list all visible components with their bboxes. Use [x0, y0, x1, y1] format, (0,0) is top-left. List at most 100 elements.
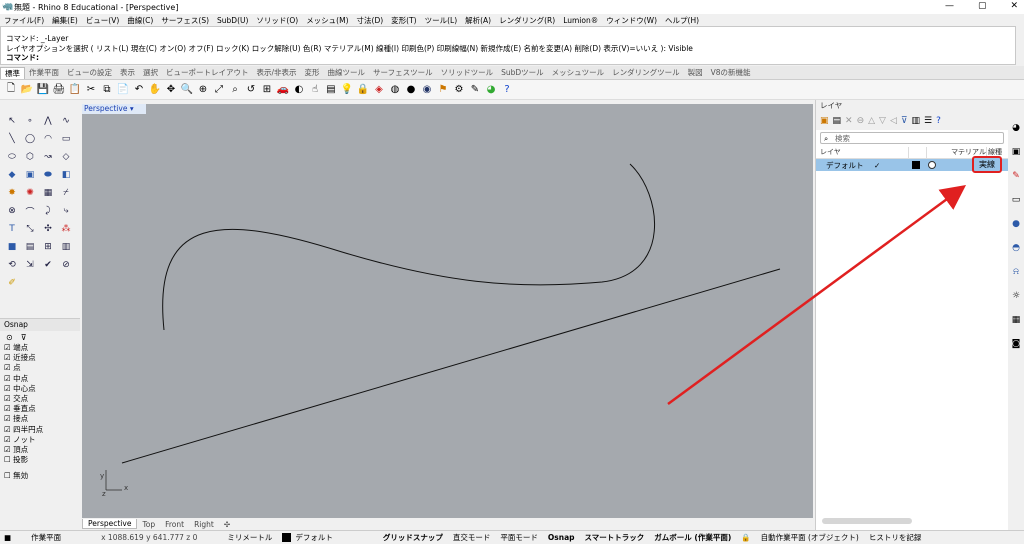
fillet-icon[interactable]: ⌒: [22, 204, 38, 218]
current-layer-check[interactable]: ✓: [874, 161, 910, 170]
mesh-icon[interactable]: ▦: [40, 186, 56, 200]
trim-icon[interactable]: ⤸: [40, 204, 56, 218]
polygon-icon[interactable]: ⬡: [22, 150, 38, 164]
pencil-icon[interactable]: ✎: [1010, 170, 1022, 182]
status-gumball[interactable]: ガムボール (作業平面): [654, 532, 731, 543]
properties-icon[interactable]: ◈: [372, 83, 386, 97]
material-ball-icon[interactable]: ●: [1010, 218, 1022, 230]
menu-analyze[interactable]: 解析(A): [465, 15, 491, 26]
color-wheel-icon[interactable]: ◕: [1010, 122, 1022, 134]
osnap-item[interactable]: ☑ 端点: [0, 343, 80, 353]
print-icon[interactable]: 🖨: [52, 83, 66, 97]
tab-mesh-tools[interactable]: メッシュツール: [548, 67, 609, 78]
viewport-title[interactable]: Perspective ▾: [82, 104, 146, 114]
lock-icon[interactable]: 🔒: [741, 533, 750, 542]
layer-search-input[interactable]: ⌕ 検索: [820, 132, 1004, 144]
layer-state-icon[interactable]: ⊖: [857, 116, 865, 126]
tab-visibility[interactable]: 表示/非表示: [253, 67, 301, 78]
chevron-down-icon[interactable]: ▾: [130, 104, 134, 113]
camera-icon[interactable]: ◙: [1010, 338, 1022, 350]
tab-render-tools[interactable]: レンダリングツール: [608, 67, 684, 78]
menu-edit[interactable]: 編集(E): [52, 15, 78, 26]
cut-icon[interactable]: ✂: [84, 83, 98, 97]
osnap-disable[interactable]: ☐ 無効: [0, 471, 80, 481]
material-icon[interactable]: ⚑: [436, 83, 450, 97]
menu-transform[interactable]: 変形(T): [391, 15, 416, 26]
four-viewports-icon[interactable]: ⊞: [260, 83, 274, 97]
status-planar[interactable]: 平面モード: [500, 532, 538, 543]
sun-icon[interactable]: ☼: [1010, 290, 1022, 302]
tab-viewport-layout[interactable]: ビューポートレイアウト: [162, 67, 253, 78]
layer-name[interactable]: デフォルト: [816, 160, 874, 171]
close-icon[interactable]: ✕: [1010, 1, 1018, 11]
new-layer-icon[interactable]: ▣: [820, 116, 829, 126]
menu-tools[interactable]: ツール(L): [425, 15, 458, 26]
rotate-view-icon[interactable]: ✥: [164, 83, 178, 97]
script-icon[interactable]: ✎: [468, 83, 482, 97]
tab-drafting[interactable]: 製図: [684, 67, 707, 78]
tab-right[interactable]: Right: [189, 520, 219, 529]
osnap-item[interactable]: ☑ 近接点: [0, 353, 80, 363]
osnap-filter-icon[interactable]: ⊽: [21, 333, 27, 342]
tab-transform[interactable]: 変形: [301, 67, 324, 78]
ellipse-icon[interactable]: ⬭: [4, 150, 20, 164]
tab-perspective[interactable]: Perspective: [82, 519, 138, 529]
lock-icon[interactable]: 🔒: [356, 83, 370, 97]
zoom-extents-icon[interactable]: ⤢: [212, 83, 226, 97]
maximize-icon[interactable]: ▢: [978, 1, 987, 11]
menu-solid[interactable]: ソリッド(O): [256, 15, 298, 26]
move-left-icon[interactable]: ◁: [890, 116, 897, 126]
layer-material-swatch[interactable]: [928, 161, 936, 169]
tab-curve-tools[interactable]: 曲線ツール: [324, 67, 370, 78]
display-icon[interactable]: ▭: [1010, 194, 1022, 206]
box-icon[interactable]: ▣: [22, 168, 38, 182]
bell-icon[interactable]: ⍾: [1010, 266, 1022, 278]
delete-layer-icon[interactable]: ✕: [845, 116, 853, 126]
clipboard-icon[interactable]: 📋: [68, 83, 82, 97]
line-icon[interactable]: ╲: [4, 132, 20, 146]
menu-help[interactable]: ヘルプ(H): [665, 15, 699, 26]
osnap-item[interactable]: ☑ 垂直点: [0, 404, 80, 414]
zoom-selected-icon[interactable]: ⌕: [228, 83, 242, 97]
new-sublayer-icon[interactable]: ▤: [833, 116, 842, 126]
menu-surface[interactable]: サーフェス(S): [161, 15, 209, 26]
menu-lumion[interactable]: Lumion®: [563, 16, 598, 25]
copy-icon[interactable]: ⧉: [100, 83, 114, 97]
surface-icon[interactable]: ◆: [4, 168, 20, 182]
osnap-item[interactable]: ☑ ノット: [0, 435, 80, 445]
move-down-icon[interactable]: ▽: [879, 116, 886, 126]
osnap-settings-icon[interactable]: ⊙: [6, 333, 13, 342]
tab-cplanes[interactable]: 作業平面: [25, 67, 63, 78]
light-icon[interactable]: 💡: [340, 83, 354, 97]
text-icon[interactable]: T: [4, 222, 20, 236]
new-file-icon[interactable]: 🗋: [4, 83, 18, 97]
menu-curve[interactable]: 曲線(C): [127, 15, 153, 26]
paint-icon[interactable]: ◓: [1010, 242, 1022, 254]
freeform-icon[interactable]: ↝: [40, 150, 56, 164]
osnap-item[interactable]: ☑ 交点: [0, 394, 80, 404]
status-auto-cplane[interactable]: 自動作業平面 (オブジェクト): [761, 532, 859, 543]
osnap-item[interactable]: ☑ 中点: [0, 374, 80, 384]
command-prompt[interactable]: コマンド:: [1, 53, 1015, 63]
help-icon[interactable]: ?: [500, 83, 514, 97]
tab-standard[interactable]: 標準: [0, 66, 25, 79]
zoom-window-icon[interactable]: ⊕: [196, 83, 210, 97]
layers-icon[interactable]: ▤: [324, 83, 338, 97]
undo-view-icon[interactable]: ↺: [244, 83, 258, 97]
tab-surface-tools[interactable]: サーフェスツール: [369, 67, 437, 78]
status-ortho[interactable]: 直交モード: [453, 532, 491, 543]
help-icon[interactable]: ?: [936, 116, 941, 126]
annotation-icon[interactable]: ✐: [4, 276, 20, 290]
osnap-item[interactable]: ☐ 投影: [0, 455, 80, 465]
menu-icon[interactable]: ☰: [924, 116, 932, 126]
horizontal-scrollbar[interactable]: [822, 518, 912, 524]
car-icon[interactable]: 🚗: [276, 83, 290, 97]
layer-color-swatch[interactable]: [912, 161, 920, 169]
undo-icon[interactable]: ↶: [132, 83, 146, 97]
add-viewport-icon[interactable]: ✣: [219, 520, 235, 529]
menu-dimension[interactable]: 寸法(D): [357, 15, 384, 26]
move-icon[interactable]: ✣: [40, 222, 56, 236]
layer-tab-icon[interactable]: ▣: [1010, 146, 1022, 158]
dimension-icon[interactable]: ⤡: [22, 222, 38, 236]
save-icon[interactable]: 💾: [36, 83, 50, 97]
